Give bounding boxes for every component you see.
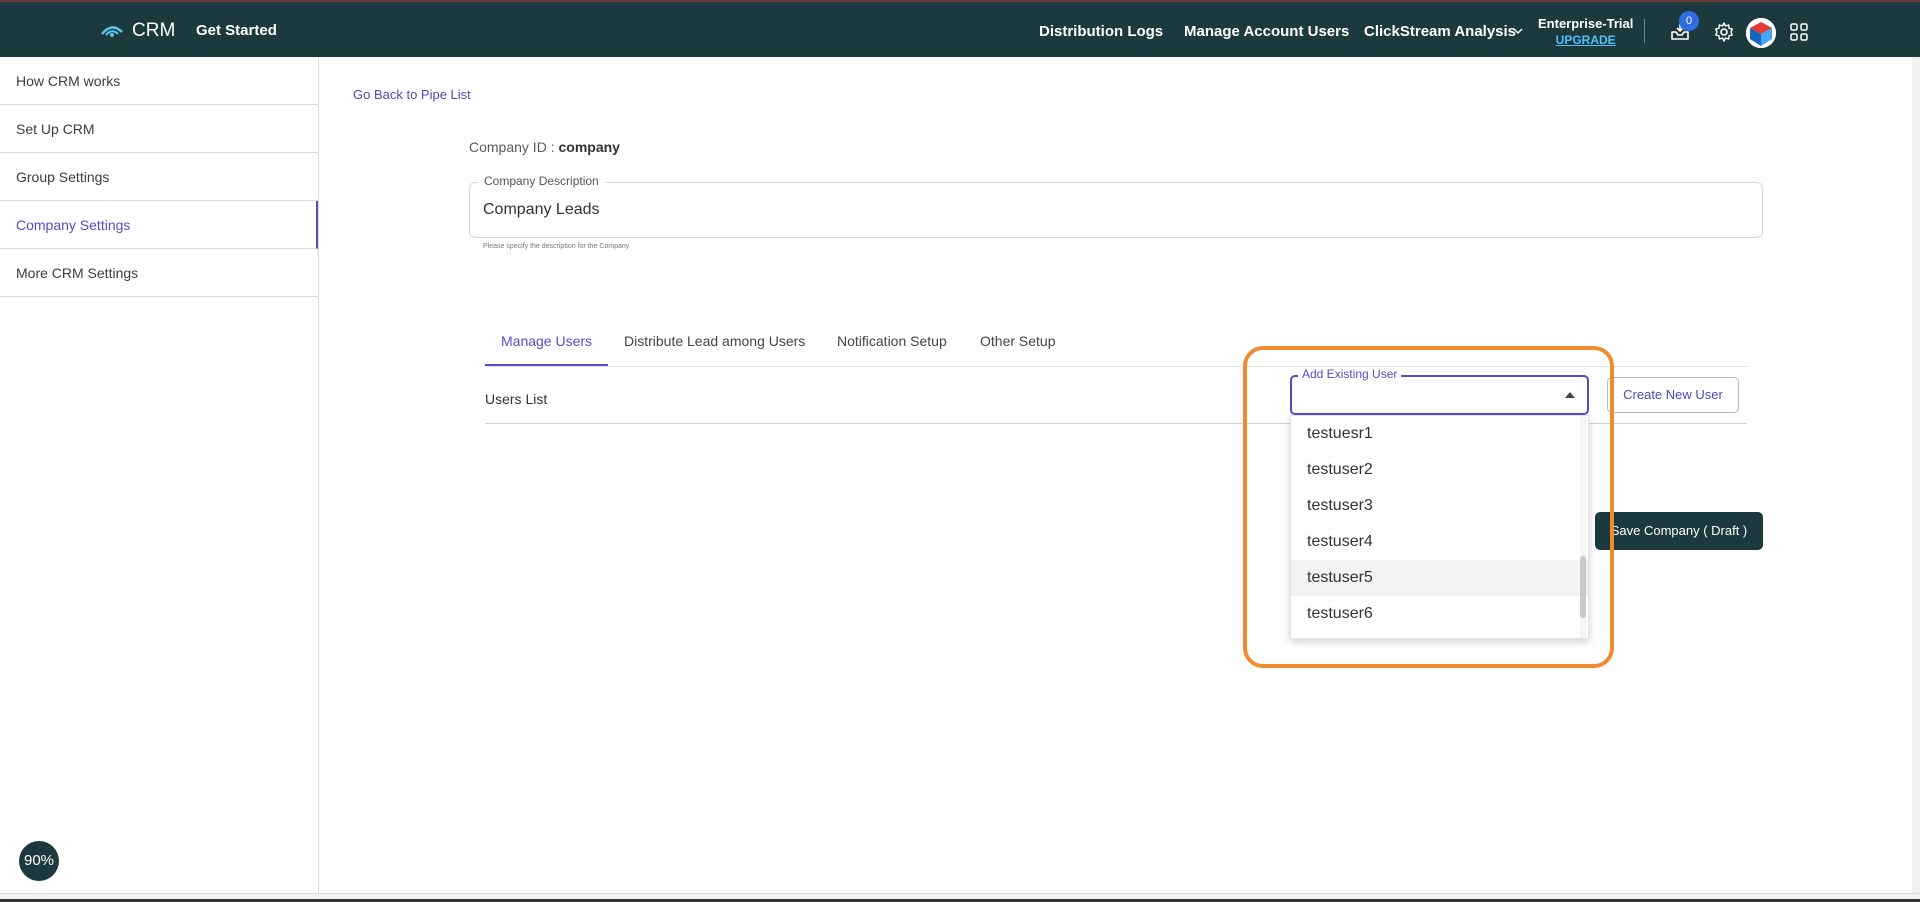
plan-info: Enterprise-Trial UPGRADE <box>1538 16 1633 47</box>
dropdown-option[interactable]: testuser3 <box>1291 488 1588 524</box>
header-divider <box>1644 19 1645 43</box>
brand-name: CRM <box>132 20 176 41</box>
brand[interactable]: CRM <box>100 20 175 42</box>
sidebar-item-how-crm-works[interactable]: How CRM works <box>0 57 318 105</box>
create-new-user-button[interactable]: Create New User <box>1607 377 1739 413</box>
users-list-heading: Users List <box>485 391 548 407</box>
sidebar: How CRM works Set Up CRM Group Settings … <box>0 57 319 893</box>
tab-distribute-lead[interactable]: Distribute Lead among Users <box>608 321 821 366</box>
add-existing-user-select[interactable] <box>1290 375 1589 415</box>
page-scrollbar[interactable] <box>1912 57 1920 893</box>
avatar[interactable] <box>1746 18 1776 48</box>
company-description-field[interactable] <box>469 182 1763 238</box>
sidebar-item-company-settings[interactable]: Company Settings <box>0 201 318 249</box>
crm-logo-icon <box>100 24 124 38</box>
save-company-draft-button[interactable]: Save Company ( Draft ) <box>1595 512 1763 550</box>
sidebar-item-more-crm-settings[interactable]: More CRM Settings <box>0 249 318 297</box>
tab-notification-setup[interactable]: Notification Setup <box>821 321 963 366</box>
tab-manage-users[interactable]: Manage Users <box>485 321 609 366</box>
tabs-divider <box>485 366 1747 367</box>
company-id-label: Company ID : <box>469 139 559 155</box>
chevron-down-icon[interactable] <box>1512 24 1524 36</box>
caret-up-icon[interactable] <box>1565 392 1575 398</box>
user-dropdown-list: testuesr1 testuser2 testuser3 testuser4 … <box>1290 415 1589 639</box>
company-id: Company ID : company <box>469 139 620 155</box>
add-existing-user-label: Add Existing User <box>1298 367 1402 381</box>
dropdown-option[interactable]: testuser2 <box>1291 452 1588 488</box>
upgrade-link[interactable]: UPGRADE <box>1538 33 1633 47</box>
get-started-link[interactable]: Get Started <box>196 22 277 39</box>
company-description-input[interactable]: Company Leads <box>483 201 600 219</box>
company-id-value: company <box>558 139 620 155</box>
gear-icon[interactable] <box>1713 21 1735 43</box>
sidebar-item-group-settings[interactable]: Group Settings <box>0 153 318 201</box>
notification-badge: 0 <box>1679 11 1699 31</box>
dropdown-scrollbar-thumb[interactable] <box>1580 556 1586 618</box>
company-description-label: Company Description <box>478 174 605 188</box>
sidebar-item-set-up-crm[interactable]: Set Up CRM <box>0 105 318 153</box>
apps-grid-icon[interactable] <box>1788 21 1810 43</box>
dropdown-option[interactable]: testuser5 <box>1291 560 1588 596</box>
back-to-pipe-list-link[interactable]: Go Back to Pipe List <box>353 87 471 102</box>
plan-name: Enterprise-Trial <box>1538 16 1634 31</box>
top-header: CRM Get Started Distribution Logs Manage… <box>0 0 1920 57</box>
nav-distribution-logs[interactable]: Distribution Logs <box>1039 23 1163 40</box>
company-description-help: Please specify the description for the C… <box>483 243 630 250</box>
dropdown-option[interactable]: testuesr1 <box>1291 416 1588 452</box>
dropdown-option[interactable]: testuser6 <box>1291 596 1588 632</box>
tab-other-setup[interactable]: Other Setup <box>964 321 1072 366</box>
zoom-level-badge[interactable]: 90% <box>19 841 59 881</box>
nav-manage-account-users[interactable]: Manage Account Users <box>1184 23 1349 40</box>
dropdown-option[interactable]: testuser4 <box>1291 524 1588 560</box>
nav-clickstream-analysis[interactable]: ClickStream Analysis <box>1364 23 1516 40</box>
